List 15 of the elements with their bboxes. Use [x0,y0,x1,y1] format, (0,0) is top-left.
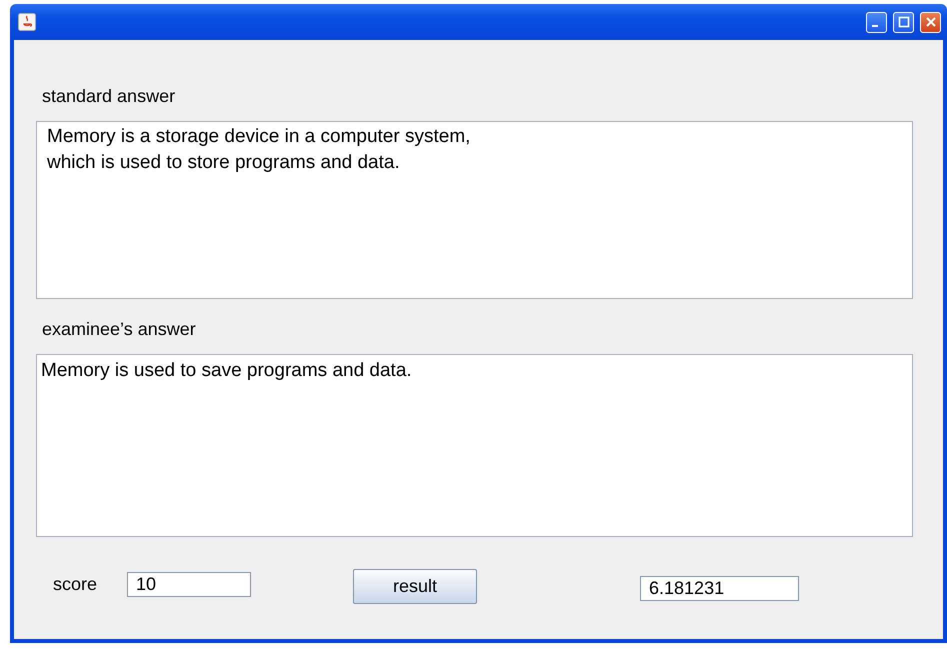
score-label: score [53,574,98,595]
field-label: standard answer [42,86,176,107]
maximize-button[interactable] [893,12,914,32]
result-field[interactable]: 6.181231 [640,576,800,601]
minimize-button[interactable] [866,12,887,32]
score-field[interactable]: 10 [127,572,252,597]
app-icon [18,13,36,31]
close-icon [924,16,936,28]
maximize-icon [898,16,910,28]
answer-box[interactable]: Memory is a storage device in a computer system, which is used to store programs and data. [36,121,913,299]
answer-box[interactable]: Memory is used to save programs and data. [36,354,913,537]
close-button[interactable] [920,12,941,32]
field-label: examinee’s answer [42,319,196,340]
minimize-icon [872,25,878,27]
result-button[interactable]: result [353,569,478,604]
